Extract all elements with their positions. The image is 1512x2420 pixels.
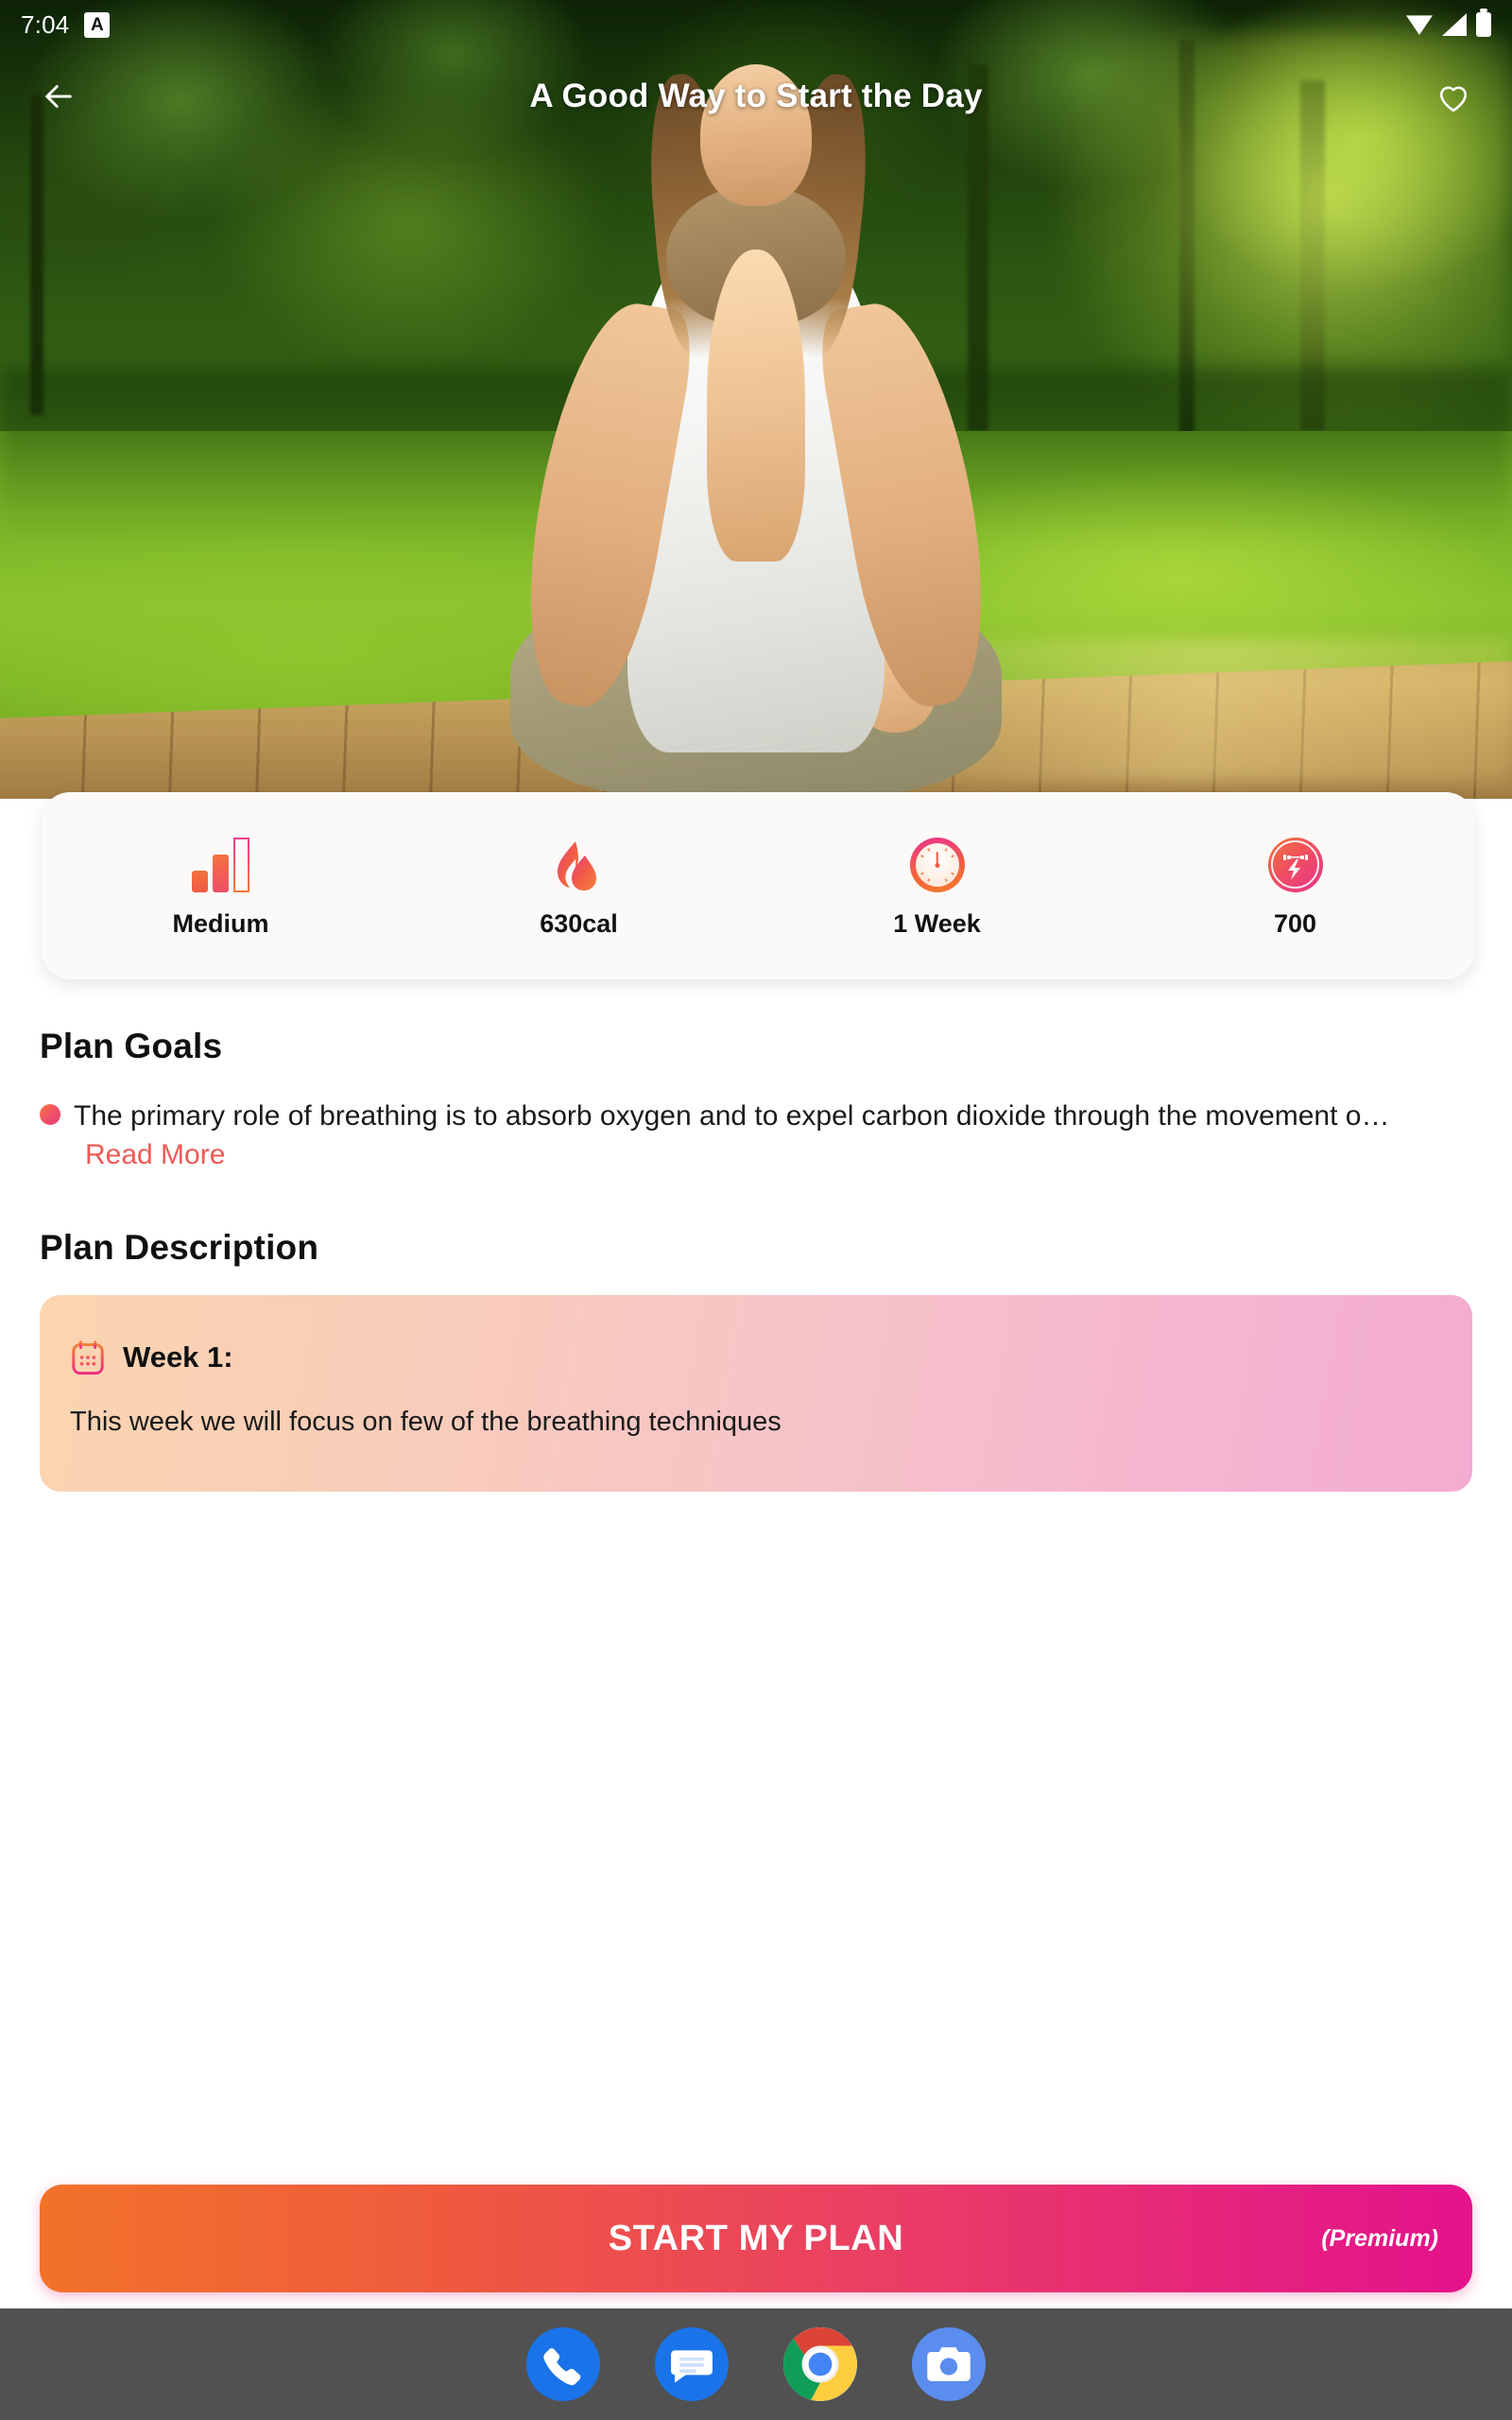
flame-shape — [557, 840, 596, 890]
clock-tick — [919, 872, 924, 875]
notification-badge-icon: A — [84, 11, 111, 38]
clock-tick — [950, 854, 954, 857]
clock-icon — [909, 834, 965, 892]
person-praying-hands — [707, 249, 805, 562]
signal-icon — [1442, 13, 1467, 36]
start-my-plan-button[interactable]: START MY PLAN (Premium) — [40, 2185, 1472, 2292]
status-bar-left: 7:04 A — [21, 9, 111, 40]
goal-text: The primary role of breathing is to abso… — [74, 1097, 1446, 1175]
page-title: A Good Way to Start the Day — [529, 78, 983, 114]
points-circle — [1267, 837, 1323, 892]
flame-icon — [553, 834, 606, 892]
plan-goals-heading: Plan Goals — [40, 1027, 223, 1065]
status-bar: 7:04 A — [0, 0, 1512, 49]
points-ring — [1271, 840, 1319, 889]
week-body-text: This week we will focus on few of the br… — [70, 1407, 782, 1437]
clock-tick — [926, 877, 930, 882]
bar-chart-shape — [192, 837, 249, 892]
chrome-app-icon[interactable] — [783, 2327, 857, 2401]
messages-app-icon[interactable] — [655, 2327, 729, 2401]
goal-body-text: The primary role of breathing is to abso… — [74, 1100, 1390, 1132]
app-screen: 7:04 A A Good Way to Start the Day Mediu… — [0, 0, 1512, 2420]
stat-calories: 630cal — [400, 834, 758, 939]
stat-duration: 1 Week — [758, 834, 1116, 939]
start-my-plan-label: START MY PLAN — [608, 2218, 904, 2258]
stat-difficulty: Medium — [42, 834, 400, 939]
stat-points-label: 700 — [1273, 908, 1317, 938]
stat-duration-label: 1 Week — [893, 908, 981, 938]
week-title: Week 1: — [123, 1340, 233, 1374]
status-time: 7:04 — [21, 9, 70, 39]
bar-mid — [213, 854, 229, 892]
heart-outline-icon — [1439, 86, 1468, 112]
clock-center-pin — [935, 862, 939, 868]
clock-tick — [926, 847, 930, 852]
back-button[interactable] — [28, 66, 89, 127]
clock-tick — [944, 847, 948, 852]
meditating-person — [491, 63, 1021, 799]
chrome-glyph-icon — [783, 2327, 857, 2401]
stat-difficulty-label: Medium — [172, 908, 269, 938]
camera-glyph-icon — [927, 2347, 971, 2381]
premium-badge: (Premium) — [1321, 2224, 1438, 2252]
bar-high-outline — [233, 837, 249, 892]
stat-calories-label: 630cal — [540, 908, 618, 938]
clock-ring — [909, 837, 965, 892]
clock-tick — [944, 877, 948, 882]
messages-glyph-icon — [671, 2350, 713, 2383]
app-bar: A Good Way to Start the Day — [0, 49, 1512, 144]
clock-tick — [950, 872, 954, 875]
stats-card: Medium 630cal 1 Week 700 — [42, 792, 1474, 979]
bar-low — [192, 870, 208, 892]
wifi-icon — [1406, 15, 1433, 35]
stat-points: 700 — [1116, 834, 1474, 939]
phone-glyph-icon — [543, 2348, 581, 2386]
status-bar-right — [1406, 9, 1491, 37]
clock-face — [915, 842, 959, 887]
goal-bullet-icon — [40, 1104, 60, 1125]
difficulty-bars-icon — [192, 834, 249, 892]
battery-icon — [1476, 9, 1491, 37]
android-dock — [0, 2308, 1512, 2420]
read-more-link[interactable]: Read More — [85, 1139, 225, 1170]
phone-app-icon[interactable] — [526, 2327, 600, 2401]
week-card-header: Week 1: — [70, 1339, 1442, 1376]
clock-tick — [919, 854, 924, 857]
calendar-icon — [72, 1340, 104, 1375]
back-arrow-icon — [45, 85, 72, 108]
points-bolt-icon — [1267, 834, 1323, 892]
plan-goal-item: The primary role of breathing is to abso… — [40, 1097, 1472, 1175]
favorite-button[interactable] — [1423, 66, 1484, 127]
week-card: Week 1: This week we will focus on few o… — [40, 1295, 1472, 1492]
plan-description-heading: Plan Description — [40, 1228, 319, 1267]
camera-app-icon[interactable] — [912, 2327, 986, 2401]
